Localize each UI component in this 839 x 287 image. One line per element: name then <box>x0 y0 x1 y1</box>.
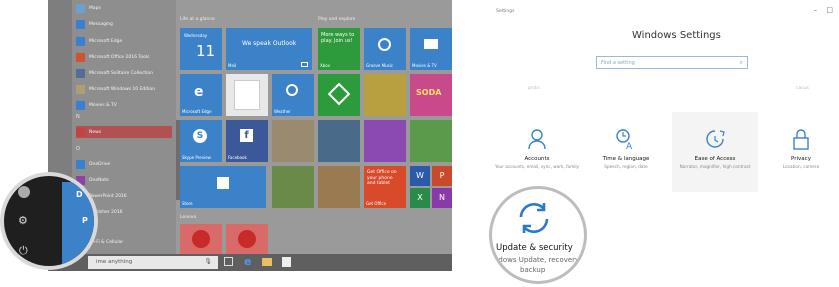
onedrive-icon <box>76 159 85 169</box>
lenovo-app-tile-2[interactable] <box>226 224 268 254</box>
app-item[interactable]: Messaging <box>76 18 113 30</box>
diamond-icon <box>327 82 351 106</box>
start-menu: Maps Messaging Microsoft Edge Microsoft … <box>48 0 452 271</box>
zoomed-rail-lens: D P ⚙ ⏻ <box>0 172 98 270</box>
user-avatar-icon[interactable] <box>18 186 30 198</box>
powerpoint-tile[interactable]: P <box>432 166 452 186</box>
app-item[interactable]: Movies & TV <box>76 99 117 111</box>
group-life-at-a-glance[interactable]: Life at a glance <box>180 17 215 22</box>
onenote-icon: N <box>439 193 445 202</box>
microphone-icon[interactable]: 🎙 <box>204 258 212 265</box>
green-app-tile[interactable] <box>318 74 360 116</box>
letter-o[interactable]: O <box>76 146 80 152</box>
maximize-button[interactable]: □ <box>826 6 833 14</box>
candy-crush-soda-tile[interactable]: SODA <box>410 74 452 116</box>
faded-category-label: prstn <box>528 86 540 91</box>
maps-icon <box>76 3 85 13</box>
weather-tile[interactable]: Weather <box>272 74 314 116</box>
music-disc-icon <box>378 38 391 51</box>
envelope-icon <box>301 62 308 67</box>
powerpoint-icon: P <box>439 171 445 180</box>
groove-music-tile[interactable]: Groove Music <box>364 28 406 70</box>
lenovo-app-icon <box>192 230 210 248</box>
clapper-icon <box>424 39 438 49</box>
faded-category-label-2: cacus <box>796 86 809 91</box>
task-view-icon[interactable] <box>224 257 233 266</box>
game-tile[interactable] <box>364 120 406 162</box>
skype-icon: S <box>193 129 207 143</box>
page-title: Windows Settings <box>632 30 721 41</box>
facebook-tile[interactable]: f Facebook <box>226 120 268 162</box>
people-photo-tile[interactable] <box>272 120 314 162</box>
app-item[interactable]: Microsoft Windows 10 Edition <box>76 83 155 95</box>
facebook-icon: f <box>240 129 253 142</box>
excel-tile[interactable]: X <box>410 188 430 208</box>
person-icon <box>528 129 546 150</box>
app-item[interactable]: OneDrive <box>76 158 110 170</box>
messaging-icon <box>76 19 85 29</box>
calendar-tile[interactable]: Wednesday 11 <box>180 28 222 70</box>
farm-game-tile[interactable] <box>410 120 452 162</box>
shopping-bag-icon <box>217 177 229 189</box>
store-tile[interactable]: Store <box>180 166 266 208</box>
time-language-icon: A <box>616 129 633 150</box>
solitaire-tile[interactable] <box>364 74 406 116</box>
update-security-desc-2: backup <box>520 266 546 274</box>
edge-icon: e <box>194 84 204 100</box>
lock-icon <box>793 129 809 150</box>
store-taskbar-icon[interactable] <box>282 257 291 267</box>
svg-text:A: A <box>626 142 633 150</box>
xbox-tile[interactable]: More ways to play. Join us! Xbox <box>318 28 360 70</box>
app-item[interactable]: Microsoft Office 2016 Tools <box>76 51 149 63</box>
window-title: Settings <box>496 9 515 14</box>
onenote-tile[interactable]: N <box>432 188 452 208</box>
app-item[interactable]: Maps <box>76 2 101 14</box>
update-security-title: Update & security <box>496 243 573 253</box>
lenovo-app-tile[interactable] <box>180 224 222 254</box>
edge-tile[interactable]: e Microsoft Edge <box>180 74 222 116</box>
windows-edition-icon <box>76 84 85 94</box>
sun-icon <box>286 84 298 96</box>
edge-icon <box>76 36 85 46</box>
word-icon: W <box>416 171 424 180</box>
search-box[interactable]: ime anything 🎙 <box>88 256 218 269</box>
accounts-category[interactable]: Accounts Your accounts, email, sync, wor… <box>494 128 580 169</box>
search-icon: ⌕ <box>739 59 743 66</box>
app-item[interactable]: News <box>76 126 172 138</box>
time-language-category[interactable]: A Time & language Speech, region, date <box>586 128 666 169</box>
excel-icon: X <box>417 193 423 202</box>
update-security-desc: ndows Update, recovery, <box>494 256 582 264</box>
movies-tv-tile[interactable]: Movies & TV <box>410 28 452 70</box>
privacy-category[interactable]: Privacy Location, camera <box>764 128 838 169</box>
sync-arrows-icon <box>519 203 549 233</box>
app-item[interactable]: Microsoft Solitaire Collection <box>76 67 153 79</box>
ease-of-access-icon <box>706 130 725 148</box>
ease-of-access-category[interactable]: Ease of Access Narrator, magnifier, high… <box>672 112 758 192</box>
group-play-and-explore[interactable]: Play and explore <box>318 17 355 22</box>
edge-taskbar-icon[interactable]: e <box>244 255 251 268</box>
minimize-button[interactable]: – <box>814 6 818 14</box>
word-tile[interactable]: W <box>410 166 430 186</box>
photo-game-tile[interactable] <box>318 166 360 208</box>
skype-tile[interactable]: S Skype Preview <box>180 120 222 162</box>
photos-tile[interactable] <box>226 74 268 116</box>
find-setting-input[interactable]: Find a setting ⌕ <box>596 56 748 69</box>
settings-gear-icon[interactable]: ⚙ <box>18 214 28 227</box>
movies-icon <box>76 100 85 110</box>
news-icon <box>76 127 85 137</box>
letter-n[interactable]: N <box>76 114 80 120</box>
office-tools-icon <box>76 52 85 62</box>
group-lenovo[interactable]: Lenovo <box>180 215 196 220</box>
racing-game-tile[interactable] <box>318 120 360 162</box>
solitaire-icon <box>76 68 85 78</box>
minecraft-tile[interactable] <box>272 166 314 208</box>
file-explorer-icon[interactable] <box>262 258 272 266</box>
power-icon[interactable]: ⏻ <box>19 244 28 258</box>
app-item[interactable]: Microsoft Edge <box>76 35 122 47</box>
get-office-tile[interactable]: Get Office on your phone and tablet Get … <box>364 166 406 208</box>
document-thumbnail <box>234 80 260 110</box>
lenovo-app-icon-2 <box>238 230 256 248</box>
mail-tile[interactable]: We speak Outlook Mail <box>226 28 312 70</box>
update-security-zoom[interactable]: Update & security ndows Update, recovery… <box>489 186 587 284</box>
